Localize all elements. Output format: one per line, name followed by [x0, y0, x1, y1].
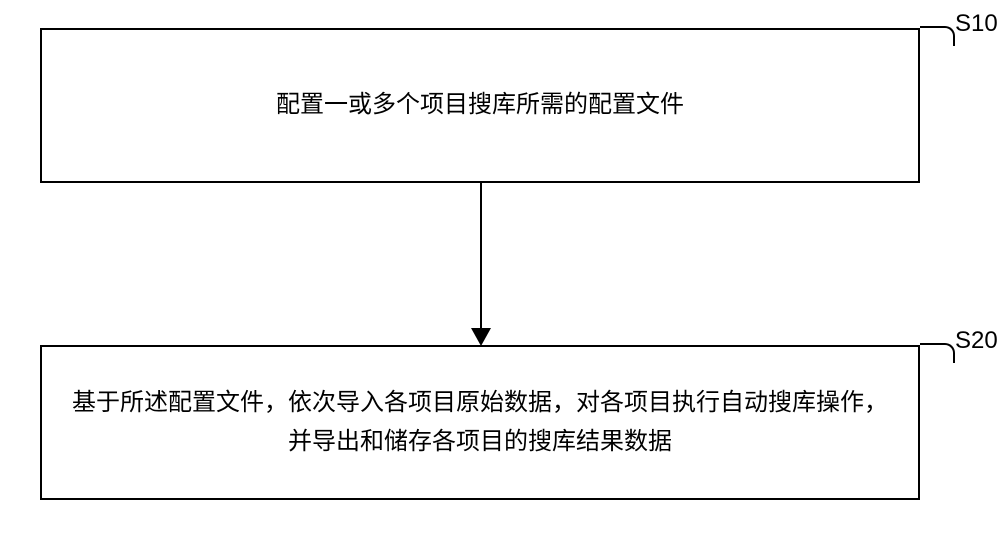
callout-connector	[920, 26, 955, 46]
step-label-s10: S10	[955, 10, 998, 38]
callout-connector	[920, 343, 955, 363]
step-text: 配置一或多个项目搜库所需的配置文件	[276, 86, 684, 124]
flowchart-diagram: 配置一或多个项目搜库所需的配置文件 S10 基于所述配置文件，依次导入各项目原始…	[0, 0, 1000, 537]
arrow-head-icon	[471, 328, 491, 346]
step-text: 基于所述配置文件，依次导入各项目原始数据，对各项目执行自动搜库操作，并导出和储存…	[62, 384, 898, 461]
step-box-s10: 配置一或多个项目搜库所需的配置文件	[40, 28, 920, 183]
arrow-line	[480, 183, 482, 331]
step-box-s20: 基于所述配置文件，依次导入各项目原始数据，对各项目执行自动搜库操作，并导出和储存…	[40, 345, 920, 500]
step-label-s20: S20	[955, 327, 998, 355]
